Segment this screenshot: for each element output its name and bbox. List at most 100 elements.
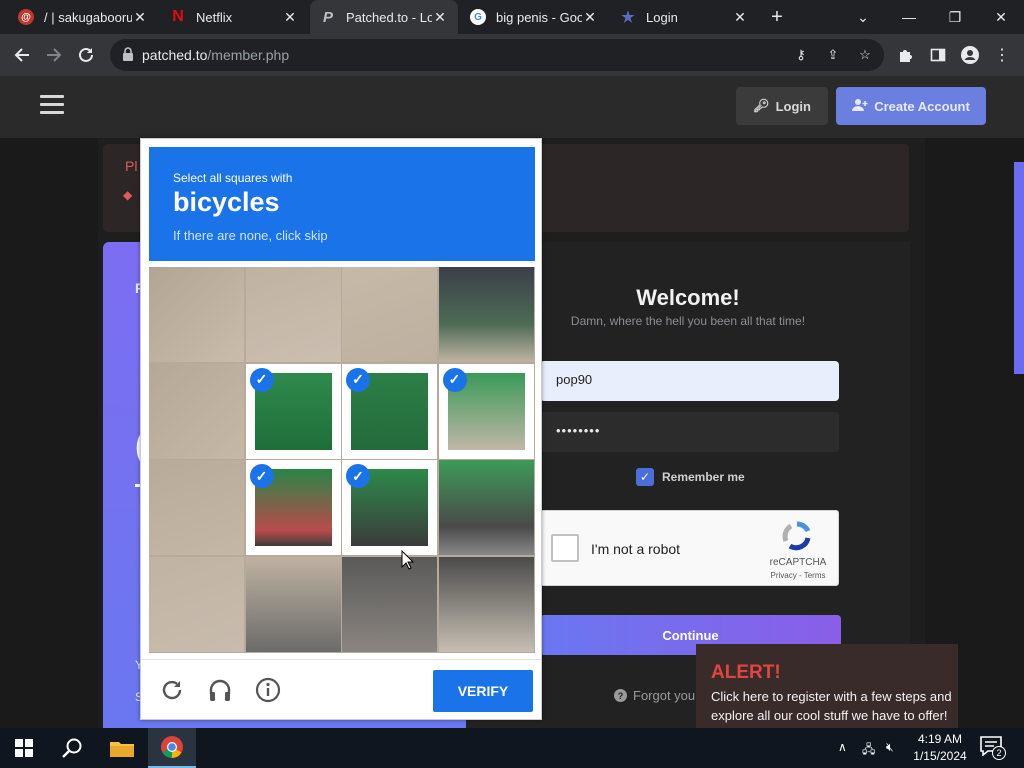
challenge-footer: VERIFY [141, 659, 541, 719]
tab-login[interactable]: ★ Login ✕ [610, 0, 758, 34]
browser-toolbar: patched.to/member.php ⚷ ⇪ ☆ ⋮ [0, 34, 1024, 76]
restore-icon[interactable]: ❐ [932, 0, 978, 34]
tab-title: Patched.to - Log [346, 9, 432, 25]
tab-netflix[interactable]: N Netflix ✕ [160, 0, 308, 34]
tab-search-chevron-icon[interactable]: ⌄ [840, 0, 886, 34]
challenge-tile[interactable]: ✓ [245, 363, 341, 459]
network-icon[interactable]: 🖧︎ [862, 740, 875, 761]
challenge-tile[interactable]: ✓ [342, 363, 437, 459]
challenge-tile[interactable] [342, 267, 437, 362]
audio-challenge-headphones-icon[interactable] [206, 676, 234, 704]
side-panel-icon[interactable] [925, 42, 951, 68]
lock-icon[interactable] [122, 47, 134, 61]
challenge-tile[interactable] [245, 267, 341, 362]
key-icon: 🔑︎ [753, 98, 770, 113]
remember-checkbox-icon[interactable]: ✓ [636, 468, 654, 486]
system-clock[interactable]: 4:19 AM 1/15/2024 [910, 731, 970, 765]
verify-button[interactable]: VERIFY [433, 670, 533, 712]
windows-start-icon[interactable] [0, 728, 48, 768]
new-tab-icon[interactable]: + [766, 6, 788, 28]
challenge-tile[interactable] [245, 556, 341, 652]
patched-favicon-icon: P [322, 8, 333, 26]
address-bar[interactable]: patched.to/member.php ⚷ ⇪ ☆ [110, 39, 884, 71]
challenge-tile[interactable] [438, 267, 534, 362]
username-field[interactable]: pop90 [540, 361, 839, 401]
challenge-hint: If there are none, click skip [173, 228, 328, 243]
tray-chevron-up-icon[interactable]: ∧ [838, 740, 847, 754]
register-alert[interactable]: ALERT! Click here to register with a few… [696, 644, 958, 728]
info-icon[interactable] [254, 676, 282, 704]
close-tab-icon[interactable]: ✕ [732, 9, 748, 26]
close-tab-icon[interactable]: ✕ [432, 9, 448, 26]
share-icon[interactable]: ⇪ [823, 45, 843, 65]
create-account-button[interactable]: Create Account [836, 87, 986, 125]
search-icon[interactable] [48, 728, 96, 768]
mouse-cursor-icon [401, 550, 415, 570]
tab-sakugabooru[interactable]: @ / | sakugabooru ✕ [8, 0, 158, 34]
challenge-tile[interactable] [342, 556, 437, 652]
password-field[interactable]: •••••••• [540, 412, 839, 452]
login-favicon-icon: ★ [621, 9, 635, 26]
challenge-tile[interactable] [149, 363, 244, 459]
challenge-tile[interactable] [149, 460, 244, 555]
key-icon[interactable]: ⚷ [791, 45, 811, 65]
scrollbar-thumb[interactable] [1014, 162, 1024, 374]
notification-count-badge: 2 [992, 746, 1006, 760]
bookmark-star-icon[interactable]: ☆ [855, 45, 875, 65]
forgot-label: Forgot your [633, 688, 700, 703]
sakugabooru-favicon-icon: @ [18, 9, 34, 25]
url-text: patched.to/member.php [142, 47, 289, 63]
challenge-tile[interactable] [149, 556, 244, 652]
tile-selected-check-icon: ✓ [249, 367, 274, 392]
forgot-password-link[interactable]: ? Forgot your [614, 688, 699, 703]
notification-center-icon[interactable]: 2 [980, 736, 1006, 760]
alert-body: Click here to register with a few steps … [711, 689, 952, 723]
notice-bullet-icon: ◆ [123, 188, 133, 202]
tab-title: / | sakugabooru [44, 9, 132, 25]
windows-taskbar: ∧ 🖧︎ 🔇︎ 4:19 AM 1/15/2024 2 [0, 728, 1024, 768]
tile-selected-check-icon: ✓ [442, 367, 467, 392]
recaptcha-widget: I'm not a robot reCAPTCHA Privacy - Term… [540, 510, 839, 586]
close-tab-icon[interactable]: ✕ [582, 9, 598, 26]
url-domain: patched.to [142, 47, 208, 63]
tile-selected-check-icon: ✓ [249, 464, 274, 488]
tile-selected-check-icon: ✓ [346, 464, 370, 488]
kebab-menu-icon[interactable]: ⋮ [989, 42, 1015, 68]
challenge-tile[interactable]: ✓ [342, 460, 437, 555]
reload-challenge-icon[interactable] [158, 676, 186, 704]
close-window-icon[interactable]: ✕ [978, 0, 1024, 34]
chrome-taskbar-icon[interactable] [148, 728, 196, 768]
url-path: /member.php [207, 47, 290, 63]
create-account-label: Create Account [874, 98, 970, 114]
not-robot-checkbox[interactable] [551, 534, 579, 562]
recaptcha-brand: reCAPTCHA [769, 557, 827, 568]
file-explorer-icon[interactable] [98, 728, 146, 768]
profile-avatar-icon[interactable] [957, 42, 983, 68]
close-tab-icon[interactable]: ✕ [132, 9, 148, 26]
challenge-tile[interactable] [149, 267, 244, 362]
remember-me[interactable]: ✓ Remember me [636, 468, 745, 486]
challenge-image-grid: ✓ ✓ ✓ ✓ ✓ [149, 267, 535, 653]
clock-date: 1/15/2024 [913, 749, 967, 763]
minimize-icon[interactable]: — [886, 0, 932, 34]
login-button-label: Login [775, 98, 811, 114]
challenge-header: Select all squares with bicycles If ther… [149, 147, 535, 261]
recaptcha-terms-link[interactable]: Privacy - Terms [763, 571, 833, 580]
netflix-favicon-icon: N [172, 8, 184, 25]
reload-icon[interactable] [73, 42, 99, 68]
tab-patched[interactable]: P Patched.to - Log ✕ [310, 0, 458, 34]
forward-arrow-icon[interactable] [41, 42, 67, 68]
login-button[interactable]: 🔑︎ Login [736, 87, 828, 125]
extensions-puzzle-icon[interactable] [893, 42, 919, 68]
challenge-tile[interactable]: ✓ [438, 363, 534, 459]
challenge-tile[interactable] [438, 460, 534, 555]
google-favicon-icon: G [470, 9, 486, 25]
challenge-tile[interactable]: ✓ [245, 460, 341, 555]
challenge-tile[interactable] [438, 556, 534, 652]
captcha-challenge-popup: Select all squares with bicycles If ther… [140, 138, 542, 720]
hamburger-menu-icon[interactable] [40, 95, 64, 115]
back-arrow-icon[interactable] [9, 42, 35, 68]
tab-google-search[interactable]: G big penis - Goog ✕ [460, 0, 608, 34]
volume-muted-icon[interactable]: 🔇︎ [886, 740, 894, 755]
close-tab-icon[interactable]: ✕ [282, 9, 298, 26]
